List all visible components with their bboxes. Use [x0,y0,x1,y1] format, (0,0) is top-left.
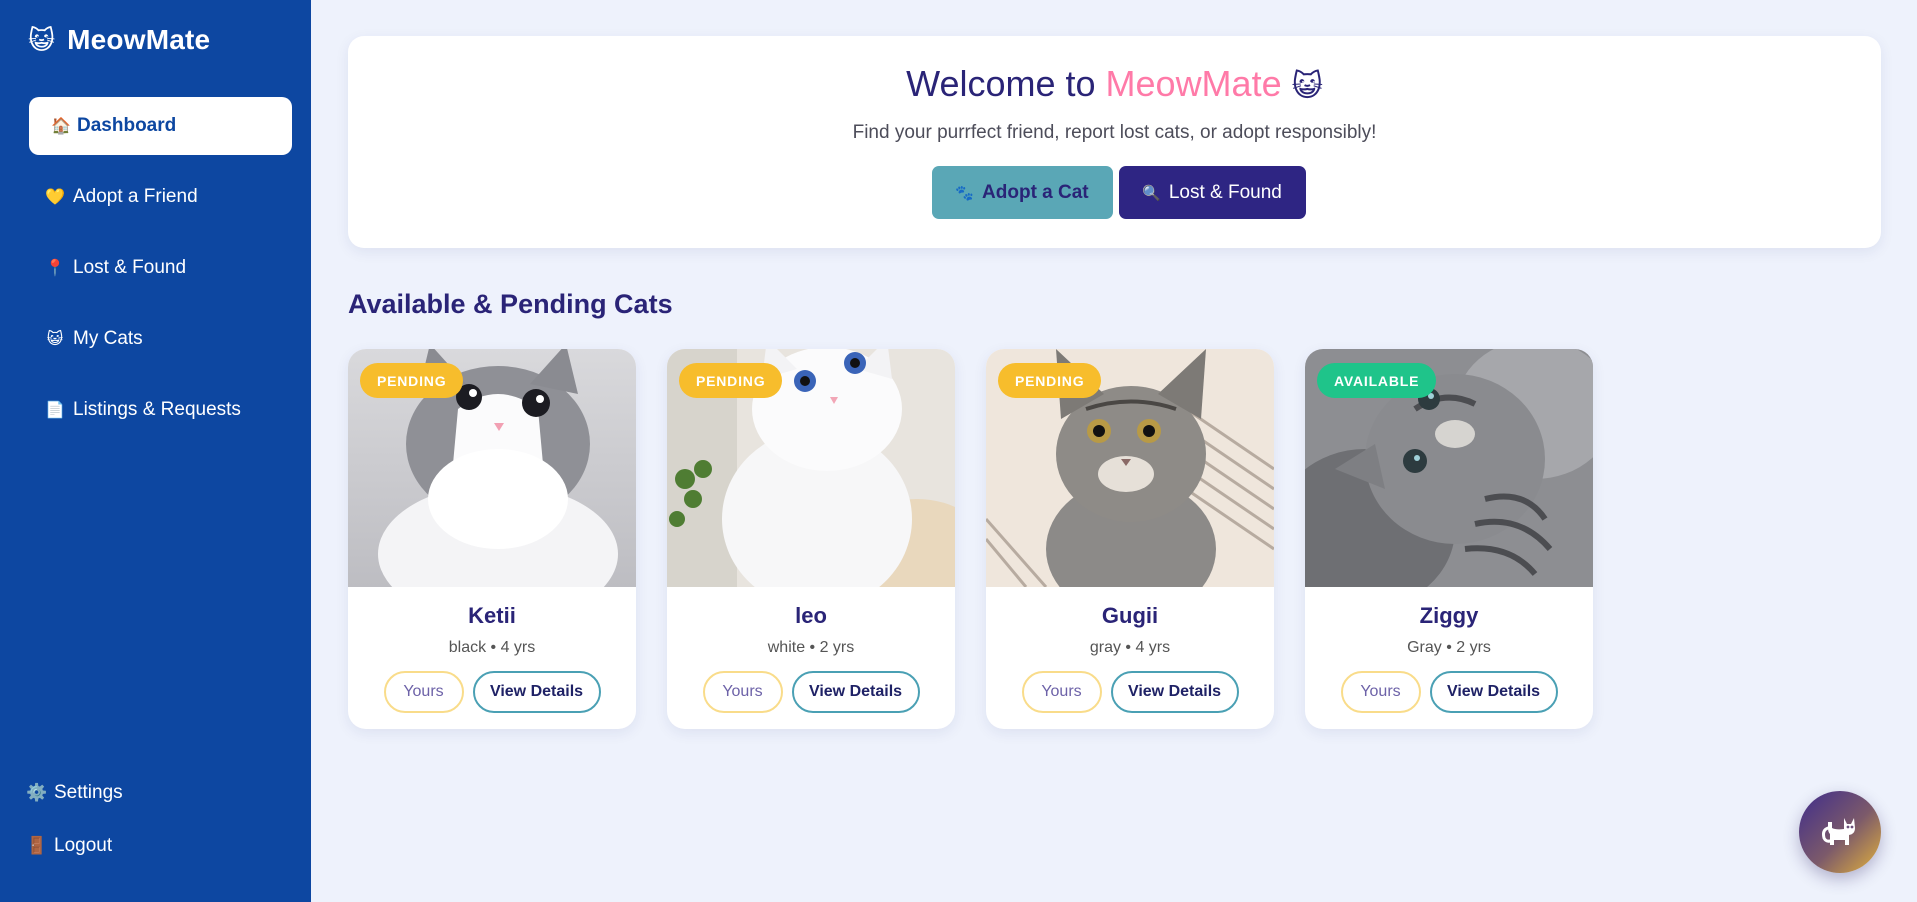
view-details-button[interactable]: View Details [1110,671,1239,713]
status-badge: PENDING [360,363,464,398]
cat-card-list: PENDING Ketii black • 4 yrs Yours View D… [348,349,1593,729]
welcome-brand: MeowMate [1105,63,1282,104]
yours-button[interactable]: Yours [702,671,783,713]
status-badge: AVAILABLE [1317,363,1437,398]
sidebar: 😺 MeowMate 🏠 Dashboard 💛 Adopt a Friend … [0,0,311,902]
cat-face-icon: 😺 [46,331,64,348]
sidebar-item-adopt-a-friend[interactable]: 💛 Adopt a Friend [29,168,292,226]
lost-and-found-label: Lost & Found [1168,181,1282,203]
welcome-subtitle: Find your purrfect friend, report lost c… [852,122,1377,143]
cat-silhouette-icon [1822,818,1855,845]
sidebar-nav: 🏠 Dashboard 💛 Adopt a Friend 📍 Lost & Fo… [29,97,292,452]
cat-photo: PENDING [348,349,636,587]
card-actions: Yours View Details [667,671,955,713]
brand-logo[interactable]: 😺 MeowMate [28,24,210,56]
sidebar-item-label: Logout [54,835,113,856]
cat-face-icon: 😺 [28,25,56,55]
lost-and-found-button[interactable]: 🔍 Lost & Found [1118,166,1306,219]
view-details-button[interactable]: View Details [791,671,920,713]
welcome-banner: Welcome to MeowMate 😺 Find your purrfect… [348,36,1881,248]
hero-actions: 🐾 Adopt a Cat 🔍 Lost & Found [348,166,1881,219]
yours-button[interactable]: Yours [1340,671,1421,713]
cat-name: Ziggy [1419,603,1479,628]
cat-meta: white • 2 yrs [767,639,855,656]
sidebar-bottom: ⚙️ Settings 🚪 Logout [26,778,123,884]
cat-meta: black • 4 yrs [448,639,536,656]
sidebar-item-label: My Cats [73,328,143,349]
card-actions: Yours View Details [1305,671,1593,713]
view-details-button[interactable]: View Details [1429,671,1558,713]
cat-meta: gray • 4 yrs [1089,639,1171,656]
magnifier-icon: 🔍 [1142,184,1161,202]
card-actions: Yours View Details [348,671,636,713]
view-details-button[interactable]: View Details [472,671,601,713]
home-icon: 🏠 [51,118,71,135]
document-icon: 📄 [45,402,65,419]
status-badge: PENDING [679,363,783,398]
section-title: Available & Pending Cats [348,289,673,319]
sidebar-item-label: Dashboard [77,115,177,136]
cat-card[interactable]: PENDING Ketii black • 4 yrs Yours View D… [348,349,636,729]
status-badge: PENDING [998,363,1102,398]
yours-button[interactable]: Yours [383,671,464,713]
door-icon: 🚪 [26,836,48,855]
sidebar-item-my-cats[interactable]: 😺 My Cats [29,310,292,368]
adopt-a-cat-label: Adopt a Cat [982,181,1089,203]
sidebar-item-label: Listings & Requests [73,399,241,420]
cat-name: Gugii [1101,603,1159,628]
cat-card[interactable]: PENDING leo white • 2 yrs Yours View Det… [667,349,955,729]
yellow-heart-icon: 💛 [45,189,65,206]
sidebar-item-label: Lost & Found [73,257,187,278]
cat-photo: AVAILABLE [1305,349,1593,587]
cat-card[interactable]: PENDING Gugii gray • 4 yrs Yours View De… [986,349,1274,729]
card-actions: Yours View Details [986,671,1274,713]
brand-name: MeowMate [67,24,211,55]
cat-face-icon: 😺 [1291,70,1323,103]
cat-meta: Gray • 2 yrs [1407,639,1491,656]
sidebar-item-label: Settings [54,782,123,803]
welcome-prefix: Welcome to [906,63,1096,104]
paw-icon: 🐾 [955,184,975,202]
cat-name: leo [795,603,827,628]
sidebar-item-logout[interactable]: 🚪 Logout [26,831,123,861]
sidebar-item-settings[interactable]: ⚙️ Settings [26,778,123,808]
floating-cat-button[interactable] [1799,791,1881,873]
cat-card[interactable]: AVAILABLE Ziggy Gray • 2 yrs Yours View … [1305,349,1593,729]
sidebar-item-dashboard[interactable]: 🏠 Dashboard [29,97,292,155]
gear-icon: ⚙️ [26,783,48,802]
pin-icon: 📍 [45,260,65,277]
adopt-a-cat-button[interactable]: 🐾 Adopt a Cat [931,166,1113,219]
sidebar-item-listings-and-requests[interactable]: 📄 Listings & Requests [29,381,292,439]
welcome-title: Welcome to MeowMate 😺 [348,62,1881,109]
cat-photo: PENDING [667,349,955,587]
sidebar-item-label: Adopt a Friend [73,186,198,207]
cat-name: Ketii [468,603,516,628]
yours-button[interactable]: Yours [1021,671,1102,713]
cat-photo: PENDING [986,349,1274,587]
sidebar-item-lost-and-found[interactable]: 📍 Lost & Found [29,239,292,297]
